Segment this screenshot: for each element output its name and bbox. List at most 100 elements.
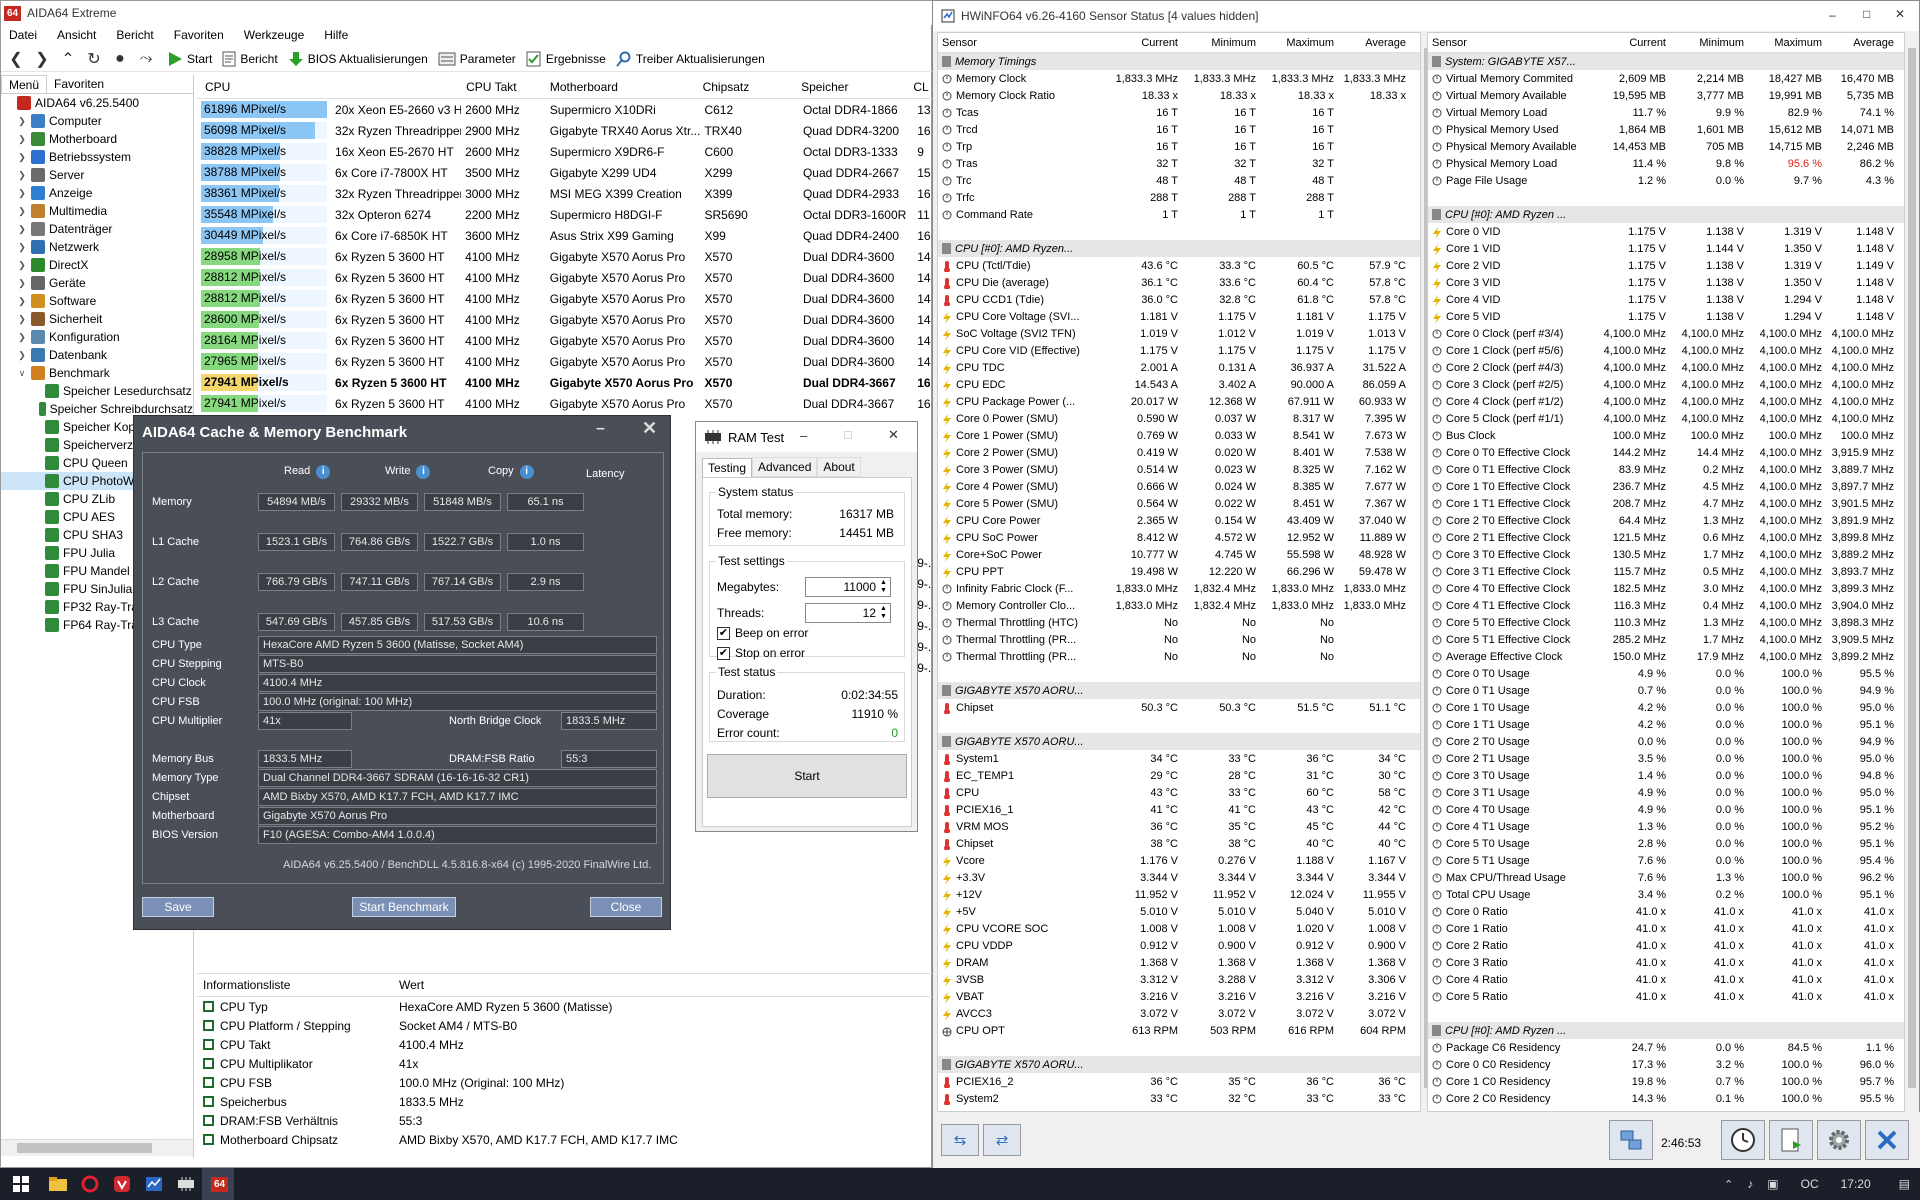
table-row[interactable]: 61896 MPixel/s 20x Xeon E5-2660 v3 HT 2600…: [197, 99, 933, 120]
expand-right-icon[interactable]: ❯: [17, 314, 27, 325]
menu-ansicht[interactable]: Ansicht: [57, 28, 96, 42]
scrollbar-thumb[interactable]: [17, 1143, 152, 1153]
sensor-row[interactable]: Core 1 Clock (perf #5/6) 4,100.0 MHz 4,100…: [1428, 342, 1904, 359]
col-cpu-header[interactable]: CPU: [197, 80, 334, 94]
col-clock-header[interactable]: CPU Takt: [460, 80, 546, 94]
sensor-row[interactable]: Core 3 Ratio 41.0 x 41.0 x 41.0 x 41.0 x: [1428, 954, 1904, 971]
table-row[interactable]: 27941 MPixel/s 6x Ryzen 5 3600 HT 4100 MHz…: [197, 372, 933, 393]
sensor-row[interactable]: Package C6 Residency 24.7 % 0.0 % 84.5 % 1.1…: [1428, 1039, 1904, 1056]
info-row[interactable]: Speicherbus 1833.5 MHz: [197, 1092, 933, 1111]
table-row[interactable]: 28164 MPixel/s 6x Ryzen 5 3600 HT 4100 MHz…: [197, 330, 933, 351]
table-row[interactable]: 56098 MPixel/s 32x Ryzen Threadripper ...…: [197, 120, 933, 141]
col-chipset-header[interactable]: Chipsatz: [699, 80, 798, 94]
sensor-row[interactable]: Chipset 50.3 °C 50.3 °C 51.5 °C 51.1 °C: [938, 699, 1420, 716]
expand-right-icon[interactable]: ❯: [17, 242, 27, 253]
info-icon[interactable]: i: [416, 465, 431, 479]
sensor-row[interactable]: Core 5 VID 1.175 V 1.138 V 1.294 V 1.148 V: [1428, 308, 1904, 325]
sensor-group-header[interactable]: Memory Timings: [938, 53, 1420, 70]
table-row[interactable]: 30449 MPixel/s 6x Core i7-6850K HT 3600 MH…: [197, 225, 933, 246]
sensor-row[interactable]: Core 4 T0 Effective Clock 182.5 MHz 3.0 MH…: [1428, 580, 1904, 597]
table-row[interactable]: 38828 MPixel/s 16x Xeon E5-2670 HT 2600 MH…: [197, 141, 933, 162]
sensor-row[interactable]: Core 4 T1 Usage 1.3 % 0.0 % 100.0 % 95.2 %: [1428, 818, 1904, 835]
table-row[interactable]: 28958 MPixel/s 6x Ryzen 5 3600 HT 4100 MHz…: [197, 246, 933, 267]
expand-right-icon[interactable]: ❯: [17, 152, 27, 163]
sensor-row[interactable]: Core 1 T1 Effective Clock 208.7 MHz 4.7 MH…: [1428, 495, 1904, 512]
sensor-row[interactable]: Core 5 T0 Effective Clock 110.3 MHz 1.3 MH…: [1428, 614, 1904, 631]
sensor-row[interactable]: VBAT 3.216 V 3.216 V 3.216 V 3.216 V: [938, 988, 1420, 1005]
expand-right-icon[interactable]: ❯: [17, 278, 27, 289]
expand-right-icon[interactable]: ❯: [17, 116, 27, 127]
sensor-row[interactable]: CPU Core Power 2.365 W 0.154 W 43.409 W 37.0…: [938, 512, 1420, 529]
tree-item[interactable]: ❯ Multimedia: [1, 202, 193, 220]
vivaldi-browser-icon[interactable]: [106, 1168, 138, 1200]
driver-update-button[interactable]: Treiber Aktualisierungen: [616, 48, 765, 70]
scrollbar-thumb[interactable]: [1908, 48, 1916, 1088]
sensor-group-header[interactable]: GIGABYTE X570 AORU...: [938, 1056, 1420, 1073]
tree-horizontal-scrollbar[interactable]: [1, 1139, 193, 1156]
info-row[interactable]: CPU Multiplikator 41x: [197, 1054, 933, 1073]
expand-right-icon[interactable]: ❯: [17, 188, 27, 199]
sensor-row[interactable]: Core 2 C0 Residency 14.3 % 0.1 % 100.0 % 95.…: [1428, 1090, 1904, 1107]
table-row[interactable]: 27941 MPixel/s 6x Ryzen 5 3600 HT 4100 MHz…: [197, 393, 933, 414]
maximize-icon[interactable]: □: [844, 427, 852, 442]
bios-update-button[interactable]: BIOS Aktualisierungen: [288, 48, 428, 70]
expand-right-icon[interactable]: ❯: [17, 206, 27, 217]
ram-test-start-button[interactable]: Start: [707, 754, 907, 798]
tree-item[interactable]: ❯ Server: [1, 166, 193, 184]
sensor-row[interactable]: CPU TDC 2.001 A 0.131 A 36.937 A 31.522 A: [938, 359, 1420, 376]
back-icon[interactable]: ❮: [5, 48, 27, 70]
expand-right-icon[interactable]: ❯: [17, 332, 27, 343]
sensor-row[interactable]: Core 1 T0 Usage 4.2 % 0.0 % 100.0 % 95.0 %: [1428, 699, 1904, 716]
language-indicator[interactable]: OC: [1801, 1177, 1819, 1191]
sensor-row[interactable]: CPU Package Power (... 20.017 W 12.368 W 67…: [938, 393, 1420, 410]
tree-item[interactable]: ❯ Software: [1, 292, 193, 310]
sensor-row[interactable]: Virtual Memory Available 19,595 MB 3,777 M…: [1428, 87, 1904, 104]
sensor-row[interactable]: Core 5 Power (SMU) 0.564 W 0.022 W 8.451 W 7…: [938, 495, 1420, 512]
sensor-row[interactable]: Core 2 Clock (perf #4/3) 4,100.0 MHz 4,100…: [1428, 359, 1904, 376]
sensor-row[interactable]: Core 0 Ratio 41.0 x 41.0 x 41.0 x 41.0 x: [1428, 903, 1904, 920]
tree-item[interactable]: Speicher Lesedurchsatz: [1, 382, 193, 400]
sensor-row[interactable]: CPU SoC Power 8.412 W 4.572 W 12.952 W 11.88…: [938, 529, 1420, 546]
sensor-row[interactable]: Trc 48 T 48 T 48 T: [938, 172, 1420, 189]
report-button[interactable]: Bericht: [222, 48, 278, 70]
sensor-row[interactable]: Core 1 Ratio 41.0 x 41.0 x 41.0 x 41.0 x: [1428, 920, 1904, 937]
sensor-row[interactable]: CPU Core Voltage (SVI... 1.181 V 1.175 V 1.…: [938, 308, 1420, 325]
sensor-row[interactable]: Core 4 Ratio 41.0 x 41.0 x 41.0 x 41.0 x: [1428, 971, 1904, 988]
tab-menu[interactable]: Menü: [1, 75, 48, 93]
sensor-row[interactable]: CPU CCD1 (Tdie) 36.0 °C 32.8 °C 61.8 °C 57.8…: [938, 291, 1420, 308]
save-button[interactable]: Save: [142, 897, 214, 917]
sensor-row[interactable]: +5V 5.010 V 5.010 V 5.040 V 5.010 V: [938, 903, 1420, 920]
expand-right-icon[interactable]: ❯: [17, 134, 27, 145]
sensor-row[interactable]: Core 0 Clock (perf #3/4) 4,100.0 MHz 4,100…: [1428, 325, 1904, 342]
sensor-row[interactable]: Total CPU Usage 3.4 % 0.2 % 100.0 % 95.1 %: [1428, 886, 1904, 903]
col-average[interactable]: Average: [1828, 37, 1900, 49]
menu-werkzeuge[interactable]: Werkzeuge: [244, 28, 304, 42]
sensor-row[interactable]: Trcd 16 T 16 T 16 T: [938, 121, 1420, 138]
expand-right-icon[interactable]: ❯: [17, 296, 27, 307]
col-cl-header[interactable]: CL: [913, 80, 933, 94]
menu-favoriten[interactable]: Favoriten: [174, 28, 224, 42]
sensor-row[interactable]: Physical Memory Available 14,453 MB 705 MB…: [1428, 138, 1904, 155]
right-panel-scrollbar[interactable]: [1905, 32, 1919, 1112]
megabytes-spinner[interactable]: ▲ ▼: [880, 579, 887, 595]
tree-item[interactable]: ❯ Computer: [1, 112, 193, 130]
settings-gear-icon[interactable]: [1817, 1120, 1861, 1160]
col-current[interactable]: Current: [1112, 37, 1184, 49]
sensor-row[interactable]: CPU Core VID (Effective) 1.175 V 1.175 V 1.…: [938, 342, 1420, 359]
sensor-row[interactable]: Thermal Throttling (HTC) No No No: [938, 614, 1420, 631]
sensor-row[interactable]: Core 3 T0 Usage 1.4 % 0.0 % 100.0 % 94.8 %: [1428, 767, 1904, 784]
col-motherboard-header[interactable]: Motherboard: [546, 80, 699, 94]
sensor-row[interactable]: Core 3 Clock (perf #2/5) 4,100.0 MHz 4,100…: [1428, 376, 1904, 393]
sensor-row[interactable]: Core 5 T1 Effective Clock 285.2 MHz 1.7 MH…: [1428, 631, 1904, 648]
file-explorer-icon[interactable]: [42, 1168, 74, 1200]
col-minimum[interactable]: Minimum: [1672, 37, 1750, 49]
expand-right-icon[interactable]: ❯: [17, 170, 27, 181]
parameter-button[interactable]: Parameter: [438, 48, 516, 70]
sensor-row[interactable]: Core 2 T1 Usage 3.5 % 0.0 % 100.0 % 95.0 %: [1428, 750, 1904, 767]
sensor-row[interactable]: CPU EDC 14.543 A 3.402 A 90.000 A 86.059 A: [938, 376, 1420, 393]
sensor-row[interactable]: Core 5 T1 Usage 7.6 % 0.0 % 100.0 % 95.4 %: [1428, 852, 1904, 869]
sensor-row[interactable]: CPU (Tctl/Tdie) 43.6 °C 33.3 °C 60.5 °C 57.9…: [938, 257, 1420, 274]
sensor-row[interactable]: Infinity Fabric Clock (F... 1,833.0 MHz 1,…: [938, 580, 1420, 597]
sensor-row[interactable]: Core 0 C0 Residency 17.3 % 3.2 % 100.0 % 96.…: [1428, 1056, 1904, 1073]
info-row[interactable]: CPU Platform / Stepping Socket AM4 / MTS-…: [197, 1016, 933, 1035]
